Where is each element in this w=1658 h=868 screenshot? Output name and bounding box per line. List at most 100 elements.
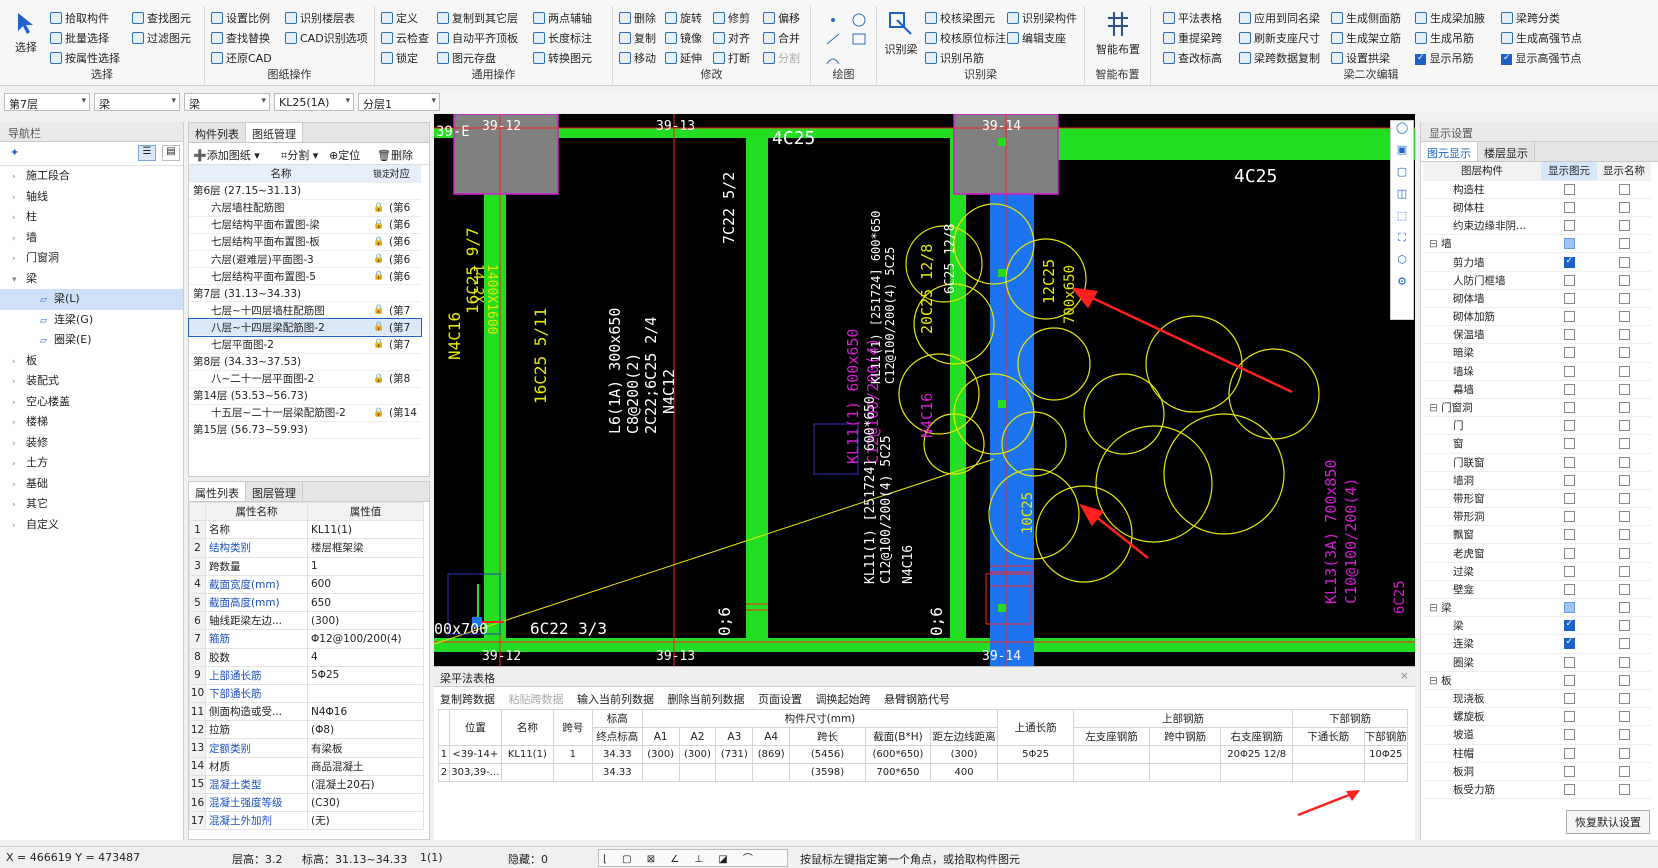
identify-floor-table-button[interactable]: 识别楼层表 <box>285 10 355 26</box>
property-row[interactable]: 4 截面宽度(mm) 600 <box>189 574 424 594</box>
beam-cell-pos[interactable]: 303,39-... <box>448 763 502 782</box>
cube-icon[interactable]: ⬚ <box>1391 209 1413 231</box>
display-row[interactable]: 窗 <box>1423 434 1651 454</box>
show-element-checkbox[interactable] <box>1563 311 1575 323</box>
beam-cell-left[interactable] <box>1073 745 1150 764</box>
show-element-checkbox[interactable] <box>1563 329 1575 341</box>
beam-cell-a1[interactable] <box>641 763 680 782</box>
beam-cell-dist[interactable]: 400 <box>929 763 999 782</box>
show-element-checkbox[interactable] <box>1563 220 1575 232</box>
beam-vertical-1[interactable] <box>484 128 506 652</box>
filter-element-button[interactable]: 过滤图元 <box>132 30 191 46</box>
show-element-checkbox[interactable] <box>1563 292 1575 304</box>
copy-to-floor-button[interactable]: 复制到其它层 <box>437 10 518 26</box>
show-name-checkbox[interactable] <box>1618 693 1630 705</box>
identify-beam-member-button[interactable]: 识别梁构件 <box>1007 10 1077 26</box>
property-row[interactable]: 13 定额类别 有梁板 <box>189 738 424 758</box>
display-row[interactable]: 壁龛 <box>1423 580 1651 600</box>
show-element-checkbox[interactable] <box>1563 547 1575 559</box>
pin-icon[interactable]: ✦ <box>10 146 19 159</box>
drawing-row[interactable]: 七层平面图-2 🔒 (第7 <box>189 335 421 354</box>
display-row[interactable]: 梁 <box>1423 616 1651 636</box>
check-beam-button[interactable]: 校核梁图元 <box>925 10 995 26</box>
display-row[interactable]: 暗梁 <box>1423 343 1651 363</box>
nav-item[interactable]: › 基础 <box>0 474 183 495</box>
lock-icon[interactable]: 🔒 <box>373 267 389 286</box>
prop-value[interactable] <box>307 683 424 704</box>
beam-cell-bot[interactable] <box>1291 763 1365 782</box>
two-point-axis-button[interactable]: 两点辅轴 <box>533 10 592 26</box>
refresh-support-button[interactable]: 刷新支座尺寸 <box>1239 30 1320 46</box>
copy-span-data-button[interactable]: 梁跨数据复制 <box>1239 50 1320 66</box>
show-name-checkbox[interactable] <box>1618 656 1630 668</box>
restore-cad-button[interactable]: 还原CAD <box>211 50 272 66</box>
beam-cell-len[interactable]: (5456) <box>789 745 866 764</box>
nav-subitem[interactable]: ▱ 连梁(G) <box>0 310 183 331</box>
define-button[interactable]: 定义 <box>381 10 418 26</box>
select-button[interactable]: 选择 <box>8 10 44 55</box>
beam-cell-end[interactable]: 34.33 <box>591 763 643 782</box>
gen-hanger-button[interactable]: 生成吊筋 <box>1415 30 1474 46</box>
layer-view-icon[interactable]: ⬡ <box>1391 253 1413 275</box>
nav-item[interactable]: › 墙 <box>0 228 183 249</box>
layer-select[interactable]: 分层1 <box>358 93 440 111</box>
show-element-checkbox[interactable] <box>1563 365 1575 377</box>
drawing-row[interactable]: 六层墙柱配筋图 🔒 (第6 <box>189 199 421 217</box>
show-name-checkbox[interactable] <box>1618 565 1630 577</box>
display-row[interactable]: 带形窗 <box>1423 489 1651 509</box>
drawing-row[interactable]: 十五层~二十一层梁配筋图-2 🔒 (第14 <box>189 404 421 422</box>
pick-member-button[interactable]: 拾取构件 <box>50 10 109 26</box>
show-element-checkbox[interactable] <box>1563 637 1575 650</box>
display-row[interactable]: 幕墙 <box>1423 380 1651 399</box>
beam-top-right[interactable] <box>1048 128 1415 160</box>
property-row[interactable]: 2 结构类别 楼层框架梁 <box>189 538 424 558</box>
show-element-checkbox[interactable] <box>1563 729 1575 741</box>
collapse-icon[interactable]: ⊟ <box>1429 675 1441 687</box>
show-name-checkbox[interactable] <box>1618 638 1630 650</box>
beam-cell-a2[interactable] <box>678 763 717 782</box>
batch-select-button[interactable]: 批量选择 <box>50 30 109 46</box>
close-icon[interactable]: × <box>1400 669 1409 682</box>
nav-item[interactable]: › 柱 <box>0 207 183 228</box>
show-name-checkbox[interactable] <box>1618 511 1630 523</box>
nav-item[interactable]: › 空心楼盖 <box>0 392 183 413</box>
property-row[interactable]: 6 轴线距梁左边... (300) <box>189 611 424 631</box>
show-element-checkbox[interactable] <box>1563 674 1575 686</box>
category-select[interactable]: 梁 <box>94 93 180 111</box>
show-name-checkbox[interactable] <box>1618 783 1630 795</box>
beam-cell-name[interactable] <box>500 763 554 782</box>
split-drawing-button[interactable]: ⌗分割 ▾ <box>281 147 318 163</box>
prop-value[interactable]: 5Φ25 <box>307 665 424 685</box>
top-view-icon[interactable]: ▢ <box>1391 165 1413 187</box>
beam-cell-a2[interactable]: (300) <box>678 745 717 764</box>
beam-cell-mid[interactable] <box>1148 745 1222 764</box>
reset-default-button[interactable]: 恢复默认设置 <box>1566 810 1650 834</box>
show-name-checkbox[interactable] <box>1618 420 1630 432</box>
show-element-checkbox[interactable] <box>1563 474 1575 486</box>
gen-haunch-button[interactable]: 生成梁加腋 <box>1415 10 1485 26</box>
beam-cell-top[interactable]: 5Φ25 <box>997 745 1075 764</box>
beam-cell-pos[interactable]: <39-14+ <box>448 745 502 764</box>
show-name-checkbox[interactable] <box>1618 311 1630 323</box>
snap-toolbar[interactable]: ⌊ ▢ ⊠ ∠ ⊥ ◪ ⌒ <box>598 849 788 867</box>
extend-button[interactable]: 延伸 <box>665 50 702 66</box>
mirror-button[interactable]: 镜像 <box>665 30 702 46</box>
beam-span-row[interactable]: 2 303,39-... 34.33 (3598) 700*650 400 <box>438 763 1409 782</box>
drawing-row[interactable]: 七层结构平面布置图-梁 🔒 (第6 <box>189 216 421 234</box>
show-element-checkbox[interactable] <box>1563 438 1575 450</box>
show-name-checkbox[interactable] <box>1618 201 1630 213</box>
show-name-checkbox[interactable] <box>1618 383 1630 395</box>
display-row[interactable]: ⊟ 梁 <box>1423 598 1651 618</box>
add-drawing-button[interactable]: ➕添加图纸 ▾ <box>193 147 260 163</box>
collapse-icon[interactable]: ⊟ <box>1429 602 1441 614</box>
tab-floor-display[interactable]: 楼层显示 <box>1478 142 1535 161</box>
display-row[interactable]: 螺旋板 <box>1423 707 1651 727</box>
nav-item[interactable]: ▾ 梁 <box>0 269 183 290</box>
display-row[interactable]: 飘窗 <box>1423 525 1651 545</box>
display-row[interactable]: 砌体加筋 <box>1423 307 1651 327</box>
show-element-checkbox[interactable] <box>1563 511 1575 523</box>
property-row[interactable]: 12 拉筋 (Φ8) <box>189 720 424 740</box>
nav-item[interactable]: › 轴线 <box>0 187 183 208</box>
copy-button[interactable]: 复制 <box>619 30 656 46</box>
display-row[interactable]: 墙洞 <box>1423 471 1651 490</box>
